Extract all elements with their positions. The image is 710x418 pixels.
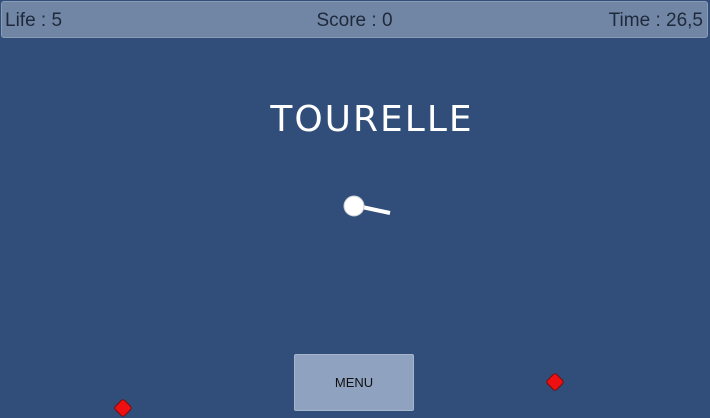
time-counter: Time : 26,5 <box>608 10 703 31</box>
turret-barrel <box>361 205 391 215</box>
enemy-diamond-icon <box>113 398 133 418</box>
menu-button[interactable]: MENU <box>294 354 414 411</box>
enemy-diamond-icon <box>545 372 565 392</box>
turret-base <box>343 195 365 217</box>
score-counter: Score : 0 <box>316 10 393 31</box>
hud-bar: Life : 5 Score : 0 Time : 26,5 <box>1 1 708 38</box>
game-title: TOURELLE <box>270 99 474 140</box>
turret-icon <box>343 195 391 217</box>
